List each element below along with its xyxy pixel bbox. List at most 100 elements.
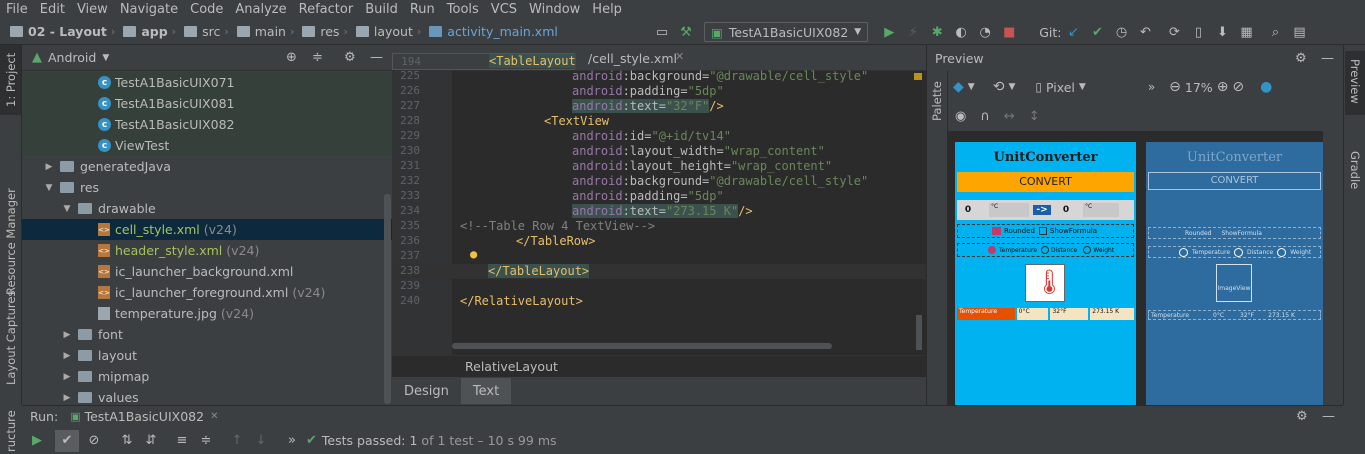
avd-manager-icon[interactable]: ▯ [1190, 23, 1208, 41]
more-icon[interactable]: » [283, 432, 301, 450]
close-icon[interactable]: ✕ [210, 411, 218, 422]
coverage-icon[interactable]: ◐ [952, 23, 970, 41]
tree-item-testa1basicuix071[interactable]: c TestA1BasicUIX071 [22, 72, 392, 93]
chevron-right-icon[interactable]: ▶ [62, 372, 72, 382]
blueprint-convert-button[interactable]: CONVERT [1148, 172, 1321, 190]
layers-icon[interactable]: ◆ [953, 79, 964, 95]
tree-item-generatedjava[interactable]: ▶ generatedJava [22, 156, 392, 177]
tab-layout-captures[interactable]: Layout Captures [4, 291, 18, 385]
settings-icon[interactable]: ▤ [1291, 23, 1309, 41]
menu-edit[interactable]: Edit [40, 2, 65, 17]
tree-item-header-style[interactable]: <> header_style.xml (v24) [22, 240, 392, 261]
chevron-right-icon[interactable]: ▶ [62, 393, 72, 403]
project-view-select[interactable]: Android [48, 50, 96, 65]
tree-item-viewtest[interactable]: c ViewTest [22, 135, 392, 156]
checkbox-icon[interactable] [992, 227, 1001, 235]
debug-icon[interactable]: ✱ [928, 23, 946, 41]
chevron-down-icon[interactable]: ▼ [44, 183, 54, 193]
from-value[interactable]: 0 [957, 205, 979, 215]
gear-icon[interactable]: ⚙ [1296, 409, 1308, 424]
zoom-out-icon[interactable]: ⊖ [1169, 79, 1181, 95]
info-icon[interactable]: ● [1260, 79, 1272, 95]
tree-item-ic-launcher-foreground[interactable]: <> ic_launcher_foreground.xml (v24) [22, 282, 392, 303]
apply-changes-icon[interactable]: ⚡ [904, 23, 922, 41]
code-editor[interactable]: /cell_style.xml ✕ 194 194 <TableLayout 2… [392, 45, 926, 355]
convert-button[interactable]: CONVERT [957, 172, 1134, 192]
tree-item-values[interactable]: ▶ values [22, 387, 392, 405]
run-configuration-select[interactable]: ▣ TestA1BasicUIX082 ▼ [704, 22, 869, 42]
collapse-all-icon[interactable]: ≑ [312, 50, 323, 65]
tree-item-testa1basicuix081[interactable]: c TestA1BasicUIX081 [22, 93, 392, 114]
gear-icon[interactable]: ⚙ [1295, 51, 1307, 66]
breadcrumb-res[interactable]: res › [302, 24, 353, 39]
tab-project[interactable]: 1: Project [4, 53, 18, 107]
chevron-right-icon[interactable]: ▶ [62, 330, 72, 340]
radio-icon[interactable] [1041, 246, 1050, 254]
chevron-right-icon[interactable]: ▶ [44, 162, 54, 172]
expand-all-icon[interactable]: ≡ [173, 432, 191, 450]
menu-run[interactable]: Run [410, 2, 435, 17]
breadcrumb-layout[interactable]: layout › [355, 24, 427, 39]
breadcrumb-src[interactable]: src › [184, 24, 235, 39]
hide-icon[interactable]: — [1321, 51, 1334, 66]
rerun-icon[interactable]: ▶ [28, 432, 46, 450]
chevron-down-icon[interactable]: ▼ [102, 53, 109, 63]
previous-icon[interactable]: ↑ [228, 432, 246, 450]
hide-icon[interactable]: — [1322, 409, 1335, 424]
sort-duration-icon[interactable]: ⇵ [142, 432, 160, 450]
show-ignored-icon[interactable]: ⊘ [85, 432, 103, 450]
layout-icon[interactable]: ▭ [653, 23, 671, 41]
breadcrumb-main[interactable]: main › [236, 24, 301, 39]
more-icon[interactable]: » [1148, 80, 1155, 94]
tab-resource-manager[interactable]: Resource Manager [4, 188, 18, 295]
menu-window[interactable]: Window [529, 2, 580, 17]
breadcrumb-app[interactable]: app › [123, 24, 182, 39]
editor-vscrollbar[interactable] [916, 315, 922, 350]
menu-view[interactable]: View [77, 2, 108, 17]
lightbulb-icon[interactable]: ● [470, 247, 477, 261]
to-value[interactable]: 0 [1055, 205, 1077, 215]
stop-icon[interactable]: ■ [1000, 23, 1018, 41]
design-surface[interactable]: UnitConverter CONVERT 0 °C -> 0 °C Round… [955, 142, 1136, 405]
to-unit-select[interactable]: °C [1083, 203, 1119, 217]
tree-item-cell-style[interactable]: <> cell_style.xml (v24) [22, 219, 392, 240]
history-icon[interactable]: ◷ [1113, 23, 1131, 41]
device-icon[interactable]: ▯ [1035, 80, 1042, 94]
tree-item-testa1basicuix082[interactable]: c TestA1BasicUIX082 [22, 114, 392, 135]
build-hammer-icon[interactable]: ⚒ [677, 23, 695, 41]
radio-icon[interactable] [988, 246, 996, 254]
hide-icon[interactable]: — [370, 50, 383, 65]
magnet-icon[interactable]: ∩ [980, 109, 990, 124]
device-select[interactable]: Pixel [1046, 80, 1075, 95]
run-tab[interactable]: TestA1BasicUIX082 [85, 409, 204, 424]
blueprint-surface[interactable]: UnitConverter CONVERT Rounded ShowFormul… [1146, 142, 1323, 405]
git-update-icon[interactable]: ↙ [1065, 23, 1083, 41]
swap-button[interactable]: -> [1033, 205, 1051, 215]
warning-marker[interactable] [914, 73, 922, 80]
breadcrumb-project[interactable]: 02 - Layout › [10, 24, 121, 39]
editor-breadcrumb[interactable]: RelativeLayout [465, 359, 558, 374]
tab-preview[interactable]: Preview [1348, 59, 1362, 104]
editor-hscrollbar[interactable] [452, 343, 832, 349]
collapse-all-icon[interactable]: ≑ [197, 432, 215, 450]
horizontal-constraint-icon[interactable]: ↔ [1004, 109, 1015, 124]
sort-alpha-icon[interactable]: ⇅ [118, 432, 136, 450]
eye-icon[interactable]: ◉ [955, 109, 966, 124]
sdk-manager-icon[interactable]: ⬇ [1214, 23, 1232, 41]
sync-gradle-icon[interactable]: ⟳ [1166, 23, 1184, 41]
tree-item-res[interactable]: ▼ res [22, 177, 392, 198]
menu-help[interactable]: Help [592, 2, 622, 17]
tree-item-drawable[interactable]: ▼ drawable [22, 198, 392, 219]
menu-refactor[interactable]: Refactor [299, 2, 354, 17]
git-commit-icon[interactable]: ✔ [1089, 23, 1107, 41]
orientation-icon[interactable]: ⟲ [993, 79, 1005, 95]
gear-icon[interactable]: ⚙ [344, 50, 356, 65]
tab-text[interactable]: Text [460, 378, 512, 404]
tree-item-temperature-jpg[interactable]: temperature.jpg (v24) [22, 303, 392, 324]
menu-file[interactable]: File [6, 2, 28, 17]
tree-item-ic-launcher-background[interactable]: <> ic_launcher_background.xml [22, 261, 392, 282]
menu-tools[interactable]: Tools [447, 2, 479, 17]
show-passed-icon[interactable]: ✔ [55, 429, 79, 452]
zoom-fit-icon[interactable]: ⊘ [1232, 79, 1244, 95]
next-icon[interactable]: ↓ [252, 432, 270, 450]
